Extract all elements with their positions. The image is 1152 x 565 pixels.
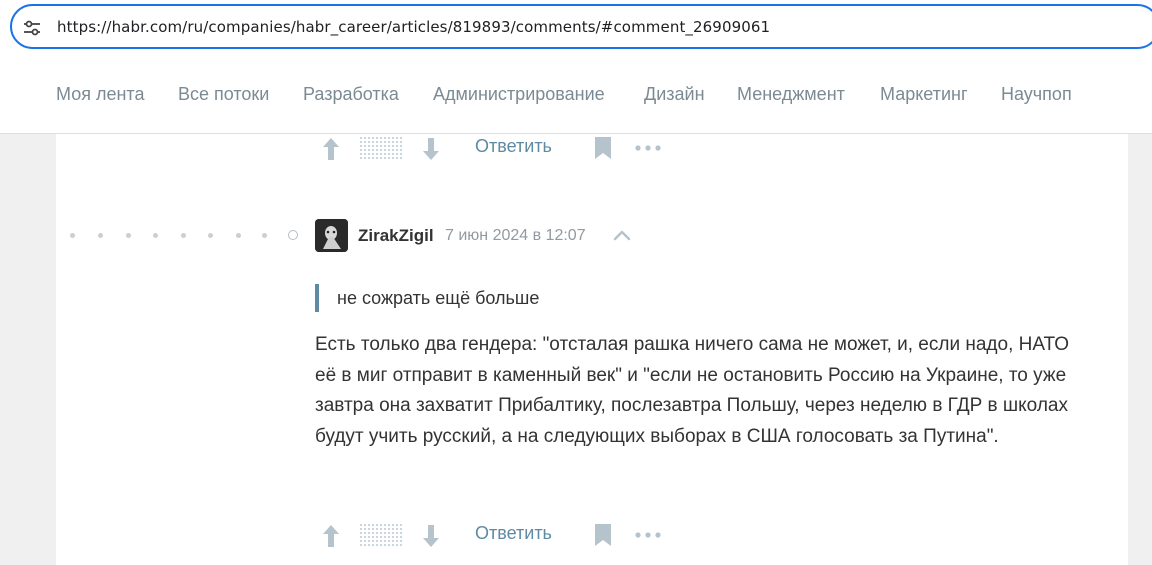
thread-dot <box>181 233 186 238</box>
reply-button[interactable]: Ответить <box>475 136 552 157</box>
nav-item-marketing[interactable]: Маркетинг <box>880 84 968 105</box>
vote-up-icon[interactable] <box>322 523 340 549</box>
nav-item-development[interactable]: Разработка <box>303 84 399 105</box>
comment-body: Есть только два гендера: "отсталая рашка… <box>315 334 1070 447</box>
rating-hidden <box>359 136 403 160</box>
bookmark-icon[interactable] <box>594 136 612 160</box>
more-options-icon[interactable] <box>635 532 661 538</box>
nav-item-all-flows[interactable]: Все потоки <box>178 84 269 105</box>
thread-dot <box>262 233 267 238</box>
nav-item-feed[interactable]: Моя лента <box>56 84 144 105</box>
rating-hidden <box>359 523 403 547</box>
nav-item-popsci[interactable]: Научпоп <box>1001 84 1072 105</box>
thread-dot <box>126 233 131 238</box>
nav-item-administration[interactable]: Администрирование <box>433 84 605 105</box>
thread-dot <box>236 233 241 238</box>
thread-dot <box>208 233 213 238</box>
reply-button[interactable]: Ответить <box>475 523 552 544</box>
vote-down-icon[interactable] <box>422 523 440 549</box>
prev-comment-actions: Ответить <box>0 134 1152 164</box>
vote-up-icon[interactable] <box>322 136 340 162</box>
site-settings-icon[interactable] <box>22 18 42 38</box>
comment-quote: не сожрать ещё больше <box>315 284 539 312</box>
page-gutter <box>1128 134 1152 565</box>
comment-actions: Ответить <box>0 521 1152 551</box>
comment-timestamp[interactable]: 7 июн 2024 в 12:07 <box>445 227 586 245</box>
thread-dot <box>153 233 158 238</box>
thread-node-icon <box>288 230 298 240</box>
thread-dot <box>70 233 75 238</box>
browser-address-bar: https://habr.com/ru/companies/habr_caree… <box>0 0 1152 56</box>
thread-dot <box>98 233 103 238</box>
habr-top-nav: Моя лента Все потоки Разработка Админист… <box>0 56 1152 134</box>
nav-item-management[interactable]: Менеджмент <box>737 84 845 105</box>
vote-down-icon[interactable] <box>422 136 440 162</box>
nav-item-design[interactable]: Дизайн <box>644 84 705 105</box>
avatar[interactable] <box>315 219 348 252</box>
comment-author[interactable]: ZirakZigil <box>358 226 434 246</box>
avatar-image <box>315 219 348 252</box>
url-text: https://habr.com/ru/companies/habr_caree… <box>57 18 771 36</box>
chevron-up-icon[interactable] <box>612 227 632 243</box>
more-options-icon[interactable] <box>635 145 661 151</box>
url-field[interactable]: https://habr.com/ru/companies/habr_caree… <box>10 4 1152 49</box>
bookmark-icon[interactable] <box>594 523 612 547</box>
